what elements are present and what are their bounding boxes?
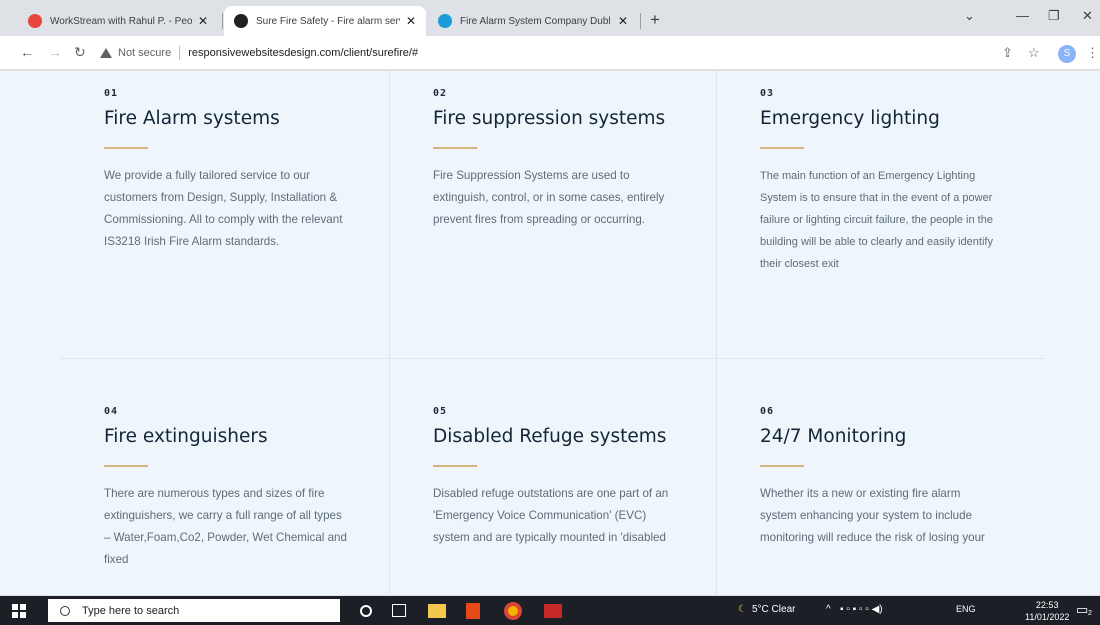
service-title: 24/7 Monitoring [760, 426, 907, 447]
column-divider [389, 71, 390, 595]
service-description: There are numerous types and sizes of fi… [104, 487, 347, 566]
service-title: Fire suppression systems [433, 108, 666, 129]
tab-separator [222, 13, 223, 29]
omnibox-divider [179, 46, 181, 60]
close-tab-icon[interactable]: ✕ [198, 14, 208, 28]
service-description: Whether its a new or existing fire alarm… [760, 487, 985, 544]
new-tab-icon[interactable]: + [650, 10, 660, 30]
security-label[interactable]: Not secure [118, 47, 171, 59]
weather-text[interactable]: 5°C Clear [752, 604, 795, 615]
service-number: 03 [760, 88, 775, 99]
service-description: The main function of an Emergency Lighti… [760, 170, 993, 270]
tab-strip: WorkStream with Rahul P. - Peop ✕ Sure F… [0, 0, 1100, 36]
chrome-icon[interactable] [504, 602, 522, 620]
fire-alarm-favicon-icon [438, 14, 452, 28]
service-card-disabled-refuge: 05 Disabled Refuge systems Disabled refu… [433, 406, 693, 549]
weather-moon-icon: ☾ [738, 604, 747, 615]
windows-taskbar: Type here to search ☾ 5°C Clear ^ ▪ ▫ ▪ … [0, 596, 1100, 625]
close-tab-icon[interactable]: ✕ [618, 14, 628, 28]
notifications-icon[interactable]: ▭ [1076, 602, 1088, 618]
clock-time: 22:53 [1035, 600, 1059, 610]
tab-title: Fire Alarm System Company Dubl [460, 15, 611, 27]
taskbar-search-box[interactable]: Type here to search [48, 599, 340, 622]
services-section: 01 Fire Alarm systems We provide a fully… [0, 71, 1100, 595]
system-clock[interactable]: 22:53 11/01/2022 [1025, 599, 1069, 623]
accent-rule [760, 465, 804, 467]
search-icon [60, 605, 70, 616]
clock-date: 11/01/2022 [1025, 612, 1070, 622]
surefire-favicon-icon [234, 14, 248, 28]
column-divider [716, 71, 717, 595]
menu-dots-icon[interactable]: ⋮ [1086, 45, 1099, 61]
tab-title: Sure Fire Safety - Fire alarm serv [256, 15, 400, 27]
tab-title: WorkStream with Rahul P. - Peop [50, 15, 192, 27]
reload-icon[interactable]: ↻ [74, 44, 86, 61]
service-title: Fire Alarm systems [104, 108, 280, 129]
browser-toolbar: ← → ↻ Not secure responsivewebsitesdesig… [0, 36, 1100, 70]
tab-surefire[interactable]: Sure Fire Safety - Fire alarm serv ✕ [224, 6, 426, 36]
file-explorer-icon[interactable] [428, 604, 446, 618]
accent-rule [760, 147, 804, 149]
service-title: Emergency lighting [760, 108, 940, 129]
task-view-icon[interactable] [392, 604, 406, 617]
minimize-icon[interactable]: — [1016, 8, 1029, 23]
close-tab-icon[interactable]: ✕ [406, 14, 416, 28]
tab-search-chevron-icon[interactable]: ⌄ [964, 8, 975, 24]
app-icon[interactable] [544, 604, 562, 618]
tray-app-icons[interactable]: ▪ ▫ ▪ ▫ ▫ ◀) [840, 604, 883, 615]
accent-rule [104, 465, 148, 467]
service-number: 02 [433, 88, 448, 99]
service-card-fire-alarm: 01 Fire Alarm systems We provide a fully… [104, 88, 364, 253]
service-title: Disabled Refuge systems [433, 426, 667, 447]
office-icon[interactable] [466, 603, 480, 619]
notification-count: 2 [1088, 610, 1092, 617]
warning-icon [100, 48, 112, 58]
service-title: Fire extinguishers [104, 426, 268, 447]
search-placeholder: Type here to search [82, 604, 180, 617]
service-description: We provide a fully tailored service to o… [104, 169, 343, 248]
share-icon[interactable]: ⇪ [1002, 45, 1013, 61]
restore-icon[interactable]: ❐ [1048, 8, 1060, 24]
service-card-monitoring: 06 24/7 Monitoring Whether its a new or … [760, 406, 1020, 549]
accent-rule [433, 465, 477, 467]
url-text[interactable]: responsivewebsitesdesign.com/client/sure… [188, 47, 418, 59]
accent-rule [104, 147, 148, 149]
service-number: 05 [433, 406, 448, 417]
tab-fire-alarm-company[interactable]: Fire Alarm System Company Dubl ✕ [428, 6, 638, 36]
service-card-fire-extinguishers: 04 Fire extinguishers There are numerous… [104, 406, 364, 571]
bookmark-star-icon[interactable]: ☆ [1028, 45, 1040, 61]
show-hidden-icons-icon[interactable]: ^ [826, 604, 831, 615]
address-bar[interactable]: Not secure responsivewebsitesdesign.com/… [100, 42, 998, 64]
close-window-icon[interactable]: ✕ [1082, 8, 1093, 24]
service-description: Fire Suppression Systems are used to ext… [433, 169, 665, 226]
row-divider [60, 358, 1045, 359]
service-number: 06 [760, 406, 775, 417]
service-number: 01 [104, 88, 119, 99]
service-card-fire-suppression: 02 Fire suppression systems Fire Suppres… [433, 88, 693, 231]
cortana-icon[interactable] [360, 605, 372, 617]
service-number: 04 [104, 406, 119, 417]
service-card-emergency-lighting: 03 Emergency lighting The main function … [760, 88, 1020, 275]
tab-separator [640, 13, 641, 29]
forward-arrow-icon[interactable]: → [48, 44, 62, 60]
windows-start-icon[interactable] [12, 604, 26, 618]
workstream-favicon-icon [28, 14, 42, 28]
back-arrow-icon[interactable]: ← [20, 44, 34, 60]
accent-rule [433, 147, 477, 149]
tab-workstream[interactable]: WorkStream with Rahul P. - Peop ✕ [18, 6, 218, 36]
service-description: Disabled refuge outstations are one part… [433, 487, 669, 544]
profile-avatar[interactable]: S [1058, 45, 1076, 63]
language-indicator[interactable]: ENG [956, 604, 976, 614]
